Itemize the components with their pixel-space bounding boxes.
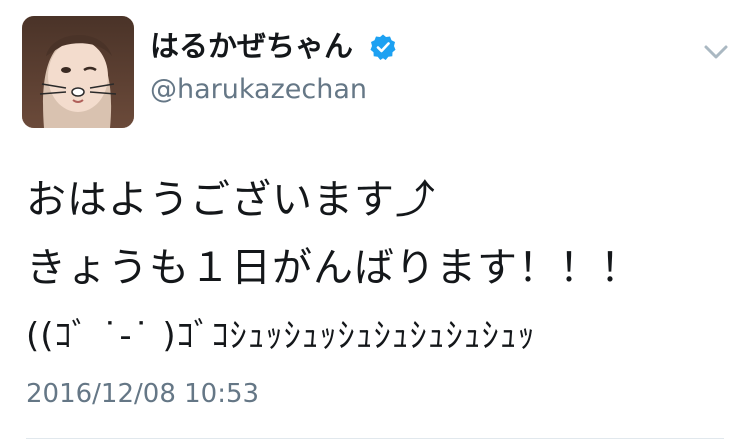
tweet-text: おはようございます⤴ きょうも１日がんばります！！！ ((ｺﾞ ˙-˙ )ｺﾞｺ… bbox=[26, 166, 726, 370]
avatar-image bbox=[22, 16, 134, 128]
tweet-line-motivation: きょうも１日がんばります！！！ bbox=[26, 245, 641, 291]
verified-badge-icon bbox=[370, 34, 396, 60]
tweet-timestamp[interactable]: 2016/12/08 10:53 bbox=[26, 376, 259, 412]
display-name[interactable]: はるかぜちゃん bbox=[150, 26, 353, 66]
tweet-line-greeting: おはようございます⤴ bbox=[26, 177, 436, 223]
avatar[interactable] bbox=[22, 16, 134, 128]
tweet-line-emoticon: ((ｺﾞ ˙-˙ )ｺﾞｺｼｭｯｼｭｯｼｭｼｭｼｭｼｭｼｭｯ bbox=[26, 316, 536, 356]
chevron-down-icon[interactable] bbox=[703, 43, 729, 61]
divider bbox=[26, 438, 724, 439]
user-handle[interactable]: @harukazechan bbox=[150, 72, 367, 108]
tweet-card: はるかぜちゃん @harukazechan おはようございます⤴ きょうも１日が… bbox=[0, 0, 750, 443]
